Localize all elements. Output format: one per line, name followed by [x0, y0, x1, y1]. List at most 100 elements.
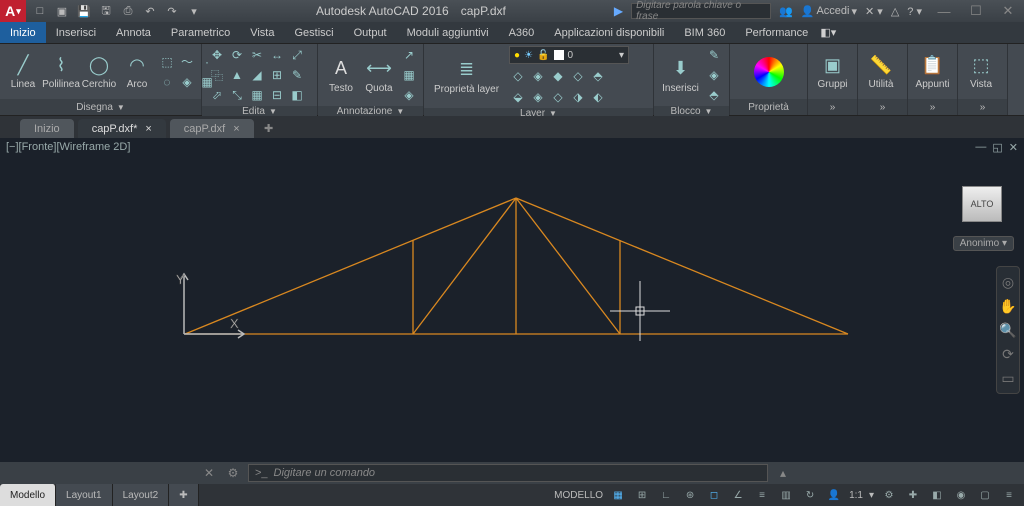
annotation-scale-icon[interactable]: 👤 — [825, 486, 843, 504]
signin-button[interactable]: 👤 Accedi ▾ — [801, 5, 857, 18]
tab-applicazioni[interactable]: Applicazioni disponibili — [544, 22, 674, 43]
cmd-close-icon[interactable]: ✕ — [200, 464, 218, 482]
arco-button[interactable]: ◠Arco — [120, 51, 154, 92]
panel-disegna[interactable]: Disegna▼ — [0, 99, 201, 115]
fillet-icon[interactable]: ◢ — [248, 66, 266, 84]
isolate-objects-icon[interactable]: ◉ — [952, 486, 970, 504]
tab-a360[interactable]: A360 — [499, 22, 545, 43]
viewport-label[interactable]: [−][Fronte][Wireframe 2D] — [6, 141, 130, 153]
tab-gestisci[interactable]: Gestisci — [284, 22, 343, 43]
keyword-search-input[interactable]: Digitare parola chiave o frase — [631, 3, 771, 19]
anonimo-badge[interactable]: Anonimo ▾ — [953, 236, 1014, 251]
annotation-monitor-icon[interactable]: ✚ — [904, 486, 922, 504]
appunti-button[interactable]: 📋Appunti — [914, 51, 951, 92]
vp-close-icon[interactable]: ✕ — [1009, 141, 1018, 154]
polar-toggle-icon[interactable]: ⊛ — [681, 486, 699, 504]
tab-performance[interactable]: Performance — [735, 22, 818, 43]
scale-label[interactable]: 1:1 — [849, 490, 863, 501]
vp-minimize-icon[interactable]: — — [975, 141, 986, 154]
quota-button[interactable]: ⟷Quota — [362, 55, 396, 96]
layer-dropdown[interactable]: ● ☀ 🔓 0 ▾ — [509, 46, 629, 64]
nav-orbit-icon[interactable]: ⟳ — [999, 345, 1017, 363]
edit-tool-icon[interactable]: ⊟ — [268, 86, 286, 104]
layer-tool-icon[interactable]: ◇ — [549, 88, 567, 106]
scale-icon[interactable]: ⤡ — [228, 86, 246, 104]
qat-undo-icon[interactable]: ↶ — [142, 3, 158, 19]
nav-zoom-icon[interactable]: 🔍 — [999, 321, 1017, 339]
edit-tool-icon[interactable]: ⊞ — [268, 66, 286, 84]
testo-button[interactable]: ATesto — [324, 55, 358, 96]
anno-tool-icon[interactable]: ◈ — [400, 86, 418, 104]
model-space-label[interactable]: MODELLO — [554, 490, 603, 501]
help-button[interactable]: ? ▾ — [907, 5, 922, 18]
mirror-icon[interactable]: ▲ — [228, 66, 246, 84]
close-button[interactable]: ✕ — [992, 0, 1024, 22]
hardware-accel-icon[interactable]: ◧ — [928, 486, 946, 504]
selection-cycling-icon[interactable]: ↻ — [801, 486, 819, 504]
layout1-tab[interactable]: Layout1 — [56, 484, 113, 506]
layout2-tab[interactable]: Layout2 — [113, 484, 170, 506]
layer-tool-icon[interactable]: ◆ — [549, 67, 567, 85]
add-layout-button[interactable]: ✚ — [169, 484, 198, 506]
tab-annota[interactable]: Annota — [106, 22, 161, 43]
app-menu-button[interactable]: A▾ — [0, 0, 26, 22]
qat-save-icon[interactable]: 💾 — [76, 3, 92, 19]
edit-tool-icon[interactable]: ↔ — [268, 46, 286, 64]
search-play-icon[interactable]: ▶ — [614, 4, 623, 18]
grid-toggle-icon[interactable]: ▦ — [609, 486, 627, 504]
inserisci-button[interactable]: ⬇Inserisci — [660, 55, 701, 96]
layer-tool-icon[interactable]: ⬗ — [569, 88, 587, 106]
layer-tool-icon[interactable]: ⬘ — [589, 67, 607, 85]
file-tab-active[interactable]: capP.dxf*× — [78, 119, 166, 138]
trim-icon[interactable]: ✂ — [248, 46, 266, 64]
exchange-button[interactable]: ✕ ▾ — [865, 5, 883, 18]
transparency-toggle-icon[interactable]: ▥ — [777, 486, 795, 504]
draw-tool-icon[interactable]: ◌ — [158, 73, 176, 91]
edit-tool-icon[interactable]: ◧ — [288, 86, 306, 104]
file-tab-inizio[interactable]: Inizio — [20, 119, 74, 138]
minimize-button[interactable]: — — [928, 0, 960, 22]
draw-tool-icon[interactable]: ～ — [178, 53, 196, 71]
tab-featured-icon[interactable]: ◧▾ — [818, 22, 838, 43]
maximize-button[interactable]: ☐ — [960, 0, 992, 22]
qat-new-icon[interactable]: □ — [32, 3, 48, 19]
block-tool-icon[interactable]: ◈ — [705, 66, 723, 84]
rotate-icon[interactable]: ⟳ — [228, 46, 246, 64]
tab-moduli[interactable]: Moduli aggiuntivi — [397, 22, 499, 43]
nav-showmotion-icon[interactable]: ▭ — [999, 369, 1017, 387]
file-tab[interactable]: capP.dxf× — [170, 119, 254, 138]
stretch-icon[interactable]: ⬀ — [208, 86, 226, 104]
block-tool-icon[interactable]: ✎ — [705, 46, 723, 64]
layer-tool-icon[interactable]: ◇ — [509, 67, 527, 85]
qat-saveas-icon[interactable]: 🖫 — [98, 3, 114, 19]
move-icon[interactable]: ✥ — [208, 46, 226, 64]
nav-wheel-icon[interactable]: ◎ — [999, 273, 1017, 291]
customization-icon[interactable]: ≡ — [1000, 486, 1018, 504]
polilinea-button[interactable]: ⌇Polilinea — [44, 51, 78, 92]
drawing-canvas[interactable]: X Y ALTO Anonimo ▾ ◎ ✋ 🔍 ⟳ ▭ — [0, 156, 1024, 462]
model-tab[interactable]: Modello — [0, 484, 56, 506]
qat-open-icon[interactable]: ▣ — [54, 3, 70, 19]
lineweight-toggle-icon[interactable]: ≡ — [753, 486, 771, 504]
ortho-toggle-icon[interactable]: ∟ — [657, 486, 675, 504]
tab-inserisci[interactable]: Inserisci — [46, 22, 106, 43]
leader-icon[interactable]: ↗ — [400, 46, 418, 64]
otrack-toggle-icon[interactable]: ∠ — [729, 486, 747, 504]
tab-bim360[interactable]: BIM 360 — [674, 22, 735, 43]
linea-button[interactable]: ╱Linea — [6, 51, 40, 92]
tab-inizio[interactable]: Inizio — [0, 22, 46, 43]
edit-tool-icon[interactable]: ✎ — [288, 66, 306, 84]
clean-screen-icon[interactable]: ▢ — [976, 486, 994, 504]
command-input[interactable]: >_ Digitare un comando — [248, 464, 768, 482]
nav-pan-icon[interactable]: ✋ — [999, 297, 1017, 315]
array-icon[interactable]: ▦ — [248, 86, 266, 104]
qat-redo-icon[interactable]: ↷ — [164, 3, 180, 19]
tab-close-icon[interactable]: × — [145, 123, 151, 135]
draw-tool-icon[interactable]: ◈ — [178, 73, 196, 91]
table-icon[interactable]: ▦ — [400, 66, 418, 84]
snap-toggle-icon[interactable]: ⊞ — [633, 486, 651, 504]
block-tool-icon[interactable]: ⬘ — [705, 86, 723, 104]
layer-properties-button[interactable]: ≣Proprietà layer — [430, 56, 503, 97]
edit-tool-icon[interactable]: ⤢ — [288, 46, 306, 64]
gruppi-button[interactable]: ▣Gruppi — [814, 51, 851, 92]
